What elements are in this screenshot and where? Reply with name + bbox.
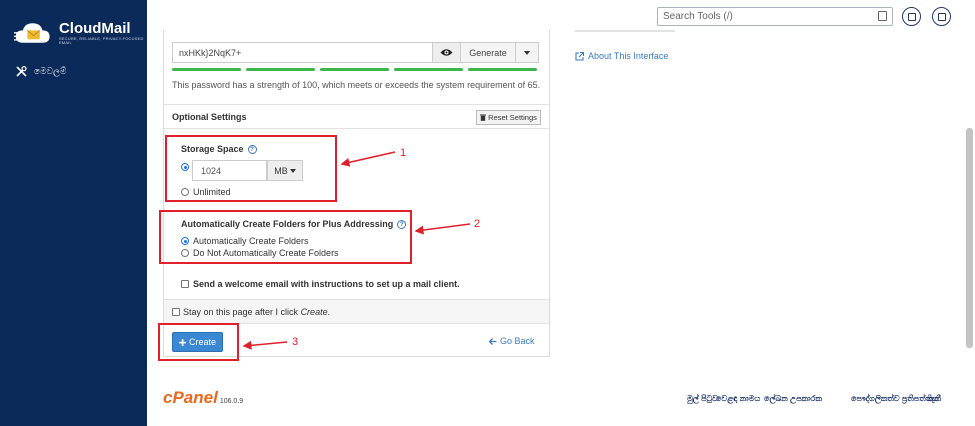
annotation-arrow-1	[340, 151, 396, 167]
footer-link-cookies[interactable]: කුකී	[928, 394, 941, 404]
annotation-arrow-2	[414, 223, 471, 235]
cpanel-branding: cPanel 106.0.9	[163, 388, 243, 408]
annotation-number-2: 2	[474, 218, 481, 230]
annotation-number-3: 3	[292, 336, 299, 348]
footer-link-support[interactable]: උපකාරක	[790, 394, 822, 404]
annotation-number-1: 1	[400, 147, 407, 159]
annotation-arrow-3	[242, 340, 288, 350]
annotation-arrows	[242, 151, 471, 350]
scrollbar[interactable]	[966, 128, 973, 348]
footer-link-trademarks[interactable]: වෙළඳ නාමය	[716, 394, 760, 404]
cpanel-version: 106.0.9	[219, 398, 244, 405]
footer-link-privacy-policy[interactable]: පෞද්ගලිකත්ව ප්‍රතිපත්තිය	[851, 394, 938, 404]
cpanel-logo: cPanel	[163, 388, 218, 407]
footer-link-home[interactable]: මුල් පිටුව	[687, 394, 718, 404]
footer-link-documentation[interactable]: ලේඛන	[764, 394, 788, 404]
